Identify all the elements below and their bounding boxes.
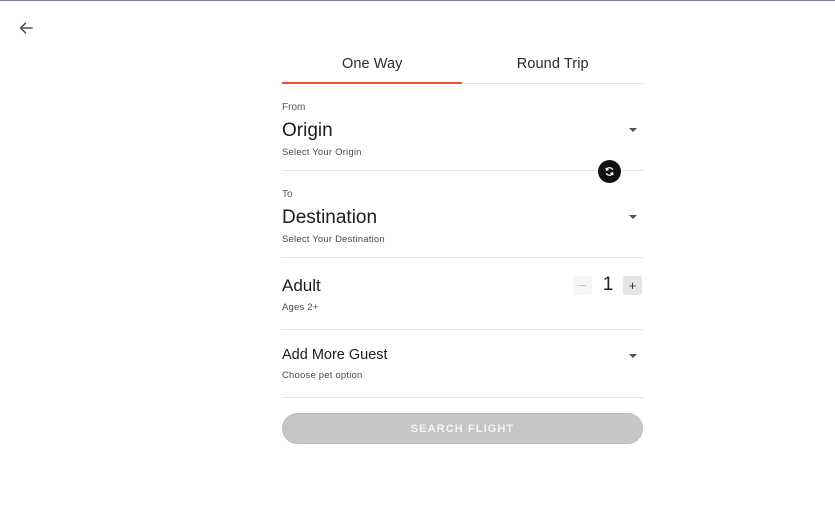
destination-value: Destination [282,207,378,228]
active-tab-indicator [282,82,462,84]
destination-helper: Select Your Destination [282,234,385,245]
add-guest-label: Add More Guest [282,347,388,363]
destination-field[interactable]: To Destination Select Your Destination [282,184,643,258]
destination-label: To [282,189,293,200]
tab-round-trip[interactable]: Round Trip [463,44,644,84]
back-button[interactable] [14,17,38,39]
adult-label: Adult [282,276,321,295]
top-border [0,0,835,1]
origin-field[interactable]: From Origin Select Your Origin [282,98,643,171]
add-guest-field[interactable]: Add More Guest Choose pet option [282,330,643,398]
adult-age-note: Ages 2+ [282,302,319,313]
caret-down-icon [629,354,637,358]
origin-helper: Select Your Origin [282,147,362,158]
search-flight-button[interactable]: SEARCH FLIGHT [282,413,643,444]
increment-button[interactable]: + [623,276,642,295]
adult-quantity-stepper: − 1 + [573,274,643,296]
caret-down-icon [629,215,637,219]
caret-down-icon [629,128,637,132]
swap-button[interactable] [598,160,621,183]
origin-value: Origin [282,120,333,141]
adult-count: 1 [602,274,614,295]
add-guest-helper: Choose pet option [282,370,363,381]
arrow-left-icon [19,22,33,34]
swap-icon [605,167,614,176]
origin-label: From [282,102,306,113]
flight-search-form: One Way Round Trip From Origin Select Yo… [282,44,643,444]
decrement-button[interactable]: − [573,276,592,295]
tab-one-way[interactable]: One Way [282,44,463,84]
trip-type-tabs: One Way Round Trip [282,44,643,84]
